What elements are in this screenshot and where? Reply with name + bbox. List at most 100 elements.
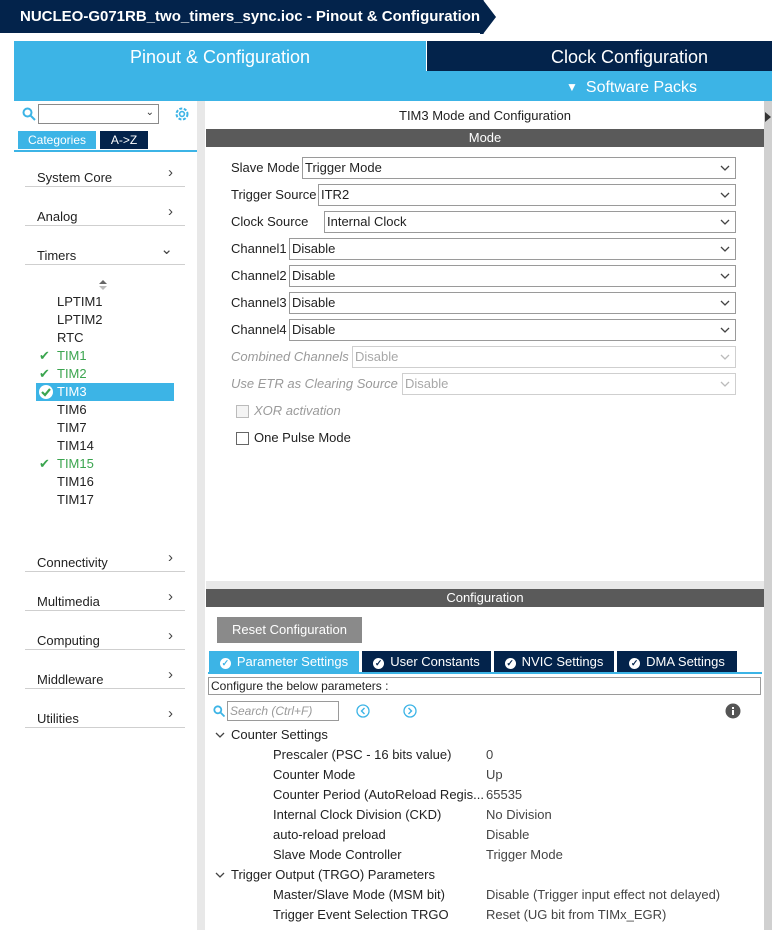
param-name: auto-reload preload [273, 827, 386, 842]
tab-label: DMA Settings [646, 654, 725, 669]
tab-user-constants[interactable]: ✓ User Constants [362, 651, 491, 672]
tab-label: User Constants [390, 654, 480, 669]
check-circle-icon: ✓ [373, 658, 385, 669]
software-packs-menu[interactable]: ▼ Software Packs [566, 71, 697, 101]
info-icon[interactable] [725, 703, 741, 719]
clock-source-select[interactable]: Internal Clock [324, 211, 736, 233]
tab-pinout-configuration[interactable]: Pinout & Configuration [14, 41, 426, 71]
category-label: Computing [37, 633, 100, 648]
parameter-search-input[interactable]: Search (Ctrl+F) [227, 701, 339, 721]
channel3-select[interactable]: Disable [289, 292, 736, 314]
timer-item-tim7[interactable]: TIM7 [36, 419, 174, 437]
checkbox-box[interactable] [236, 432, 249, 445]
tab-clock-configuration[interactable]: Clock Configuration [427, 41, 772, 71]
timer-item-tim3[interactable]: TIM3 [36, 383, 174, 401]
check-circle-icon: ✓ [219, 658, 231, 669]
timer-item-tim2[interactable]: ✔ TIM2 [36, 365, 174, 383]
chevron-down-icon [720, 273, 730, 279]
timer-item-rtc[interactable]: RTC [36, 329, 174, 347]
software-packs-label: Software Packs [585, 79, 698, 96]
param-value: 65535 [486, 787, 523, 802]
tab-dma-settings[interactable]: ✓ DMA Settings [617, 651, 737, 672]
tab-parameter-settings[interactable]: ✓ Parameter Settings [209, 651, 359, 672]
param-value: Trigger Mode [486, 847, 563, 862]
timer-label: TIM6 [57, 402, 87, 417]
parameters-description: Configure the below parameters : [208, 677, 761, 695]
param-name: Counter Period (AutoReload Regis... [273, 787, 483, 802]
timer-item-lptim1[interactable]: LPTIM1 [36, 293, 174, 311]
chevron-down-icon [215, 872, 225, 878]
category-timers[interactable]: Timers ⌄ [25, 238, 185, 265]
project-breadcrumb[interactable]: NUCLEO-G071RB_two_timers_sync.ioc - Pino… [0, 0, 482, 33]
category-label: System Core [37, 170, 113, 185]
previous-match-icon[interactable] [356, 704, 370, 718]
param-name: Prescaler (PSC - 16 bits value) [273, 747, 452, 762]
slave-mode-select[interactable]: Trigger Mode [302, 157, 736, 179]
chevron-down-icon [215, 732, 225, 738]
timer-label: TIM17 [57, 492, 94, 507]
field-label: Channel2 [231, 268, 287, 283]
category-label: Timers [37, 248, 77, 263]
group-title: Trigger Output (TRGO) Parameters [231, 867, 435, 882]
timer-item-tim17[interactable]: TIM17 [36, 491, 174, 509]
section-splitter[interactable] [206, 581, 764, 589]
chevron-down-icon: ⌄ [160, 241, 173, 258]
param-name: Slave Mode Controller [273, 847, 402, 862]
tab-nvic-settings[interactable]: ✓ NVIC Settings [494, 651, 614, 672]
channel4-select[interactable]: Disable [289, 319, 736, 341]
gear-icon[interactable] [173, 105, 191, 123]
sort-icon[interactable] [96, 278, 110, 292]
xor-activation-checkbox: XOR activation [236, 403, 436, 421]
channel1-select[interactable]: Disable [289, 238, 736, 260]
param-value: Disable (Trigger input effect not delaye… [486, 887, 721, 902]
trigger-source-select[interactable]: ITR2 [318, 184, 736, 206]
category-label: Utilities [37, 711, 79, 726]
category-computing[interactable]: Computing › [25, 623, 185, 650]
checkbox-label: XOR activation [254, 403, 341, 418]
channel2-select[interactable]: Disable [289, 265, 736, 287]
check-circle-icon: ✓ [629, 658, 641, 669]
category-middleware[interactable]: Middleware › [25, 662, 185, 689]
tab-a-to-z[interactable]: A->Z [100, 131, 148, 149]
right-panel-divider[interactable] [764, 101, 772, 930]
field-label: Combined Channels [231, 349, 349, 364]
reset-configuration-button[interactable]: Reset Configuration [217, 617, 362, 643]
group-title: Counter Settings [231, 727, 328, 742]
category-analog[interactable]: Analog › [25, 199, 185, 226]
timer-item-lptim2[interactable]: LPTIM2 [36, 311, 174, 329]
param-value: No Division [486, 807, 552, 822]
chevron-right-icon: › [168, 549, 173, 566]
tab-underline [14, 150, 197, 152]
field-label: Use ETR as Clearing Source [231, 376, 398, 391]
chevron-down-icon [720, 327, 730, 333]
collapse-arrow-icon[interactable] [764, 106, 772, 128]
category-multimedia[interactable]: Multimedia › [25, 584, 185, 611]
timer-item-tim16[interactable]: TIM16 [36, 473, 174, 491]
category-label: Multimedia [37, 594, 100, 609]
select-value: ITR2 [321, 187, 350, 202]
category-connectivity[interactable]: Connectivity › [25, 545, 185, 572]
timer-item-tim1[interactable]: ✔ TIM1 [36, 347, 174, 365]
param-name: Trigger Event Selection TRGO [273, 907, 449, 922]
next-match-icon[interactable] [403, 704, 417, 718]
param-value: Disable [486, 827, 530, 842]
timer-item-tim14[interactable]: TIM14 [36, 437, 174, 455]
field-label: Slave Mode [231, 160, 300, 175]
tab-label: Parameter Settings [236, 654, 349, 669]
category-utilities[interactable]: Utilities › [25, 701, 185, 728]
one-pulse-mode-checkbox[interactable]: One Pulse Mode [236, 430, 436, 448]
param-value: Up [486, 767, 503, 782]
chevron-right-icon: › [168, 705, 173, 722]
category-label: Connectivity [37, 555, 108, 570]
select-value: Internal Clock [327, 214, 407, 229]
category-search-select[interactable]: ⌄ [38, 104, 159, 124]
panel-divider[interactable] [197, 101, 205, 930]
chevron-down-icon [720, 246, 730, 252]
timer-item-tim6[interactable]: TIM6 [36, 401, 174, 419]
mode-section-bar: Mode [206, 129, 764, 147]
timer-label: TIM7 [57, 420, 87, 435]
timer-item-tim15[interactable]: ✔ TIM15 [36, 455, 174, 473]
category-label: Analog [37, 209, 78, 224]
category-system-core[interactable]: System Core › [25, 160, 185, 187]
tab-categories[interactable]: Categories [18, 131, 96, 149]
